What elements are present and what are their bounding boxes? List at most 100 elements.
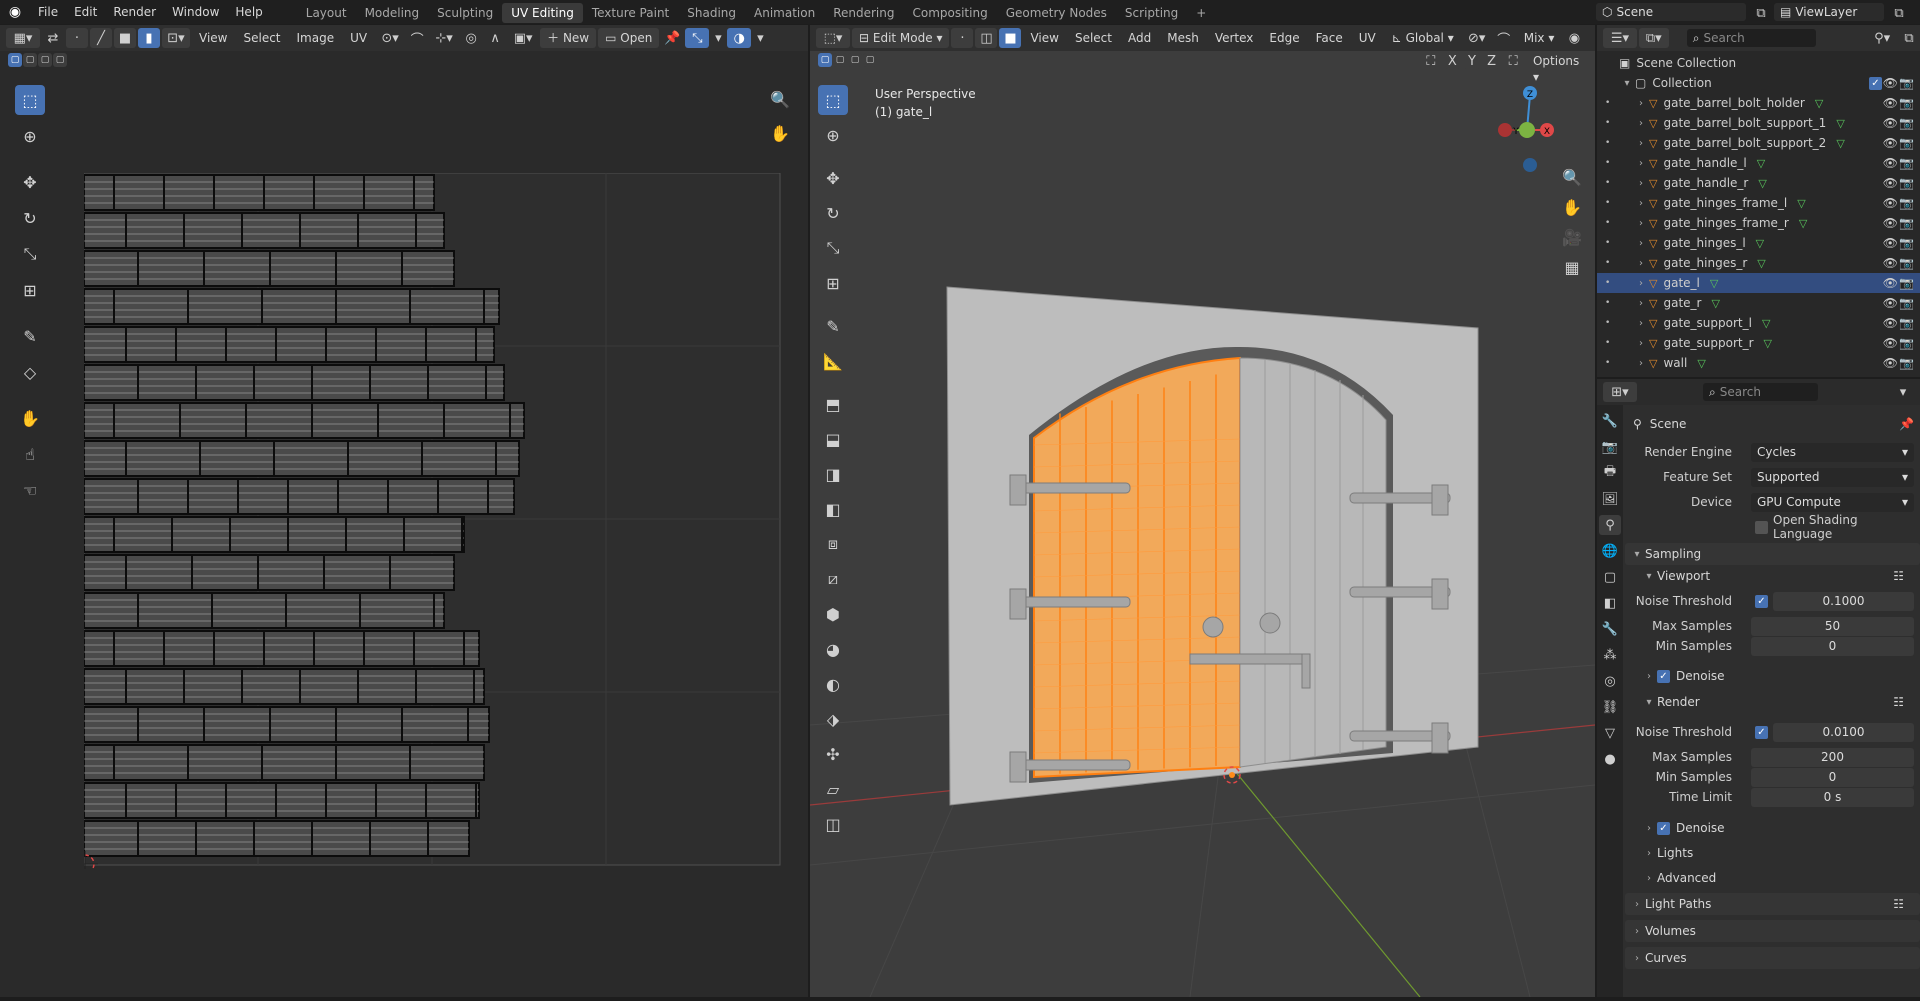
outliner-item-gate_hinges_frame_l[interactable]: • › ▽ gate_hinges_frame_l ▽ 👁 📷 bbox=[1597, 193, 1920, 213]
pivot-icon[interactable]: ⊙▾ bbox=[376, 28, 404, 48]
zoom-icon[interactable]: 🔍 bbox=[768, 87, 792, 111]
camera-icon[interactable]: 📷 bbox=[1899, 176, 1914, 190]
camera-icon[interactable]: 📷 bbox=[1899, 256, 1914, 270]
vp-denoise-subpanel[interactable]: › ✓ Denoise bbox=[1625, 665, 1920, 687]
tab-geometry-nodes[interactable]: Geometry Nodes bbox=[997, 3, 1116, 23]
viewlayer-field[interactable]: ▤ ViewLayer bbox=[1774, 3, 1884, 21]
pin-icon[interactable]: 📌 bbox=[661, 28, 683, 48]
render-tab-icon[interactable]: 📷 bbox=[1599, 437, 1621, 457]
pan-icon[interactable]: ✋ bbox=[768, 121, 792, 145]
chevron-right-icon[interactable]: › bbox=[1633, 138, 1649, 149]
eye-icon[interactable]: 👁 bbox=[1883, 276, 1898, 290]
camera-icon[interactable]: 📷 bbox=[1899, 276, 1914, 290]
eye-icon[interactable]: 👁 bbox=[1883, 216, 1898, 230]
collection-tab-icon[interactable]: ▢ bbox=[1599, 567, 1621, 587]
select-box-icon[interactable]: ⬚ bbox=[15, 85, 45, 115]
gizmo-toggle-icon[interactable]: ⤡ bbox=[685, 28, 710, 48]
time-limit-field[interactable]: 0 s bbox=[1751, 787, 1914, 807]
outliner-item-gate_barrel_bolt_support_1[interactable]: • › ▽ gate_barrel_bolt_support_1 ▽ 👁 📷 bbox=[1597, 113, 1920, 133]
eye-icon[interactable]: 👁 bbox=[1883, 256, 1898, 270]
new-viewlayer-icon[interactable]: ⧉ bbox=[1888, 3, 1910, 23]
relax-icon[interactable]: ☝ bbox=[15, 439, 45, 469]
collection-checkbox[interactable]: ✓ bbox=[1869, 76, 1882, 90]
scene-field[interactable]: ⬡ Scene bbox=[1596, 3, 1746, 21]
vertex-select-icon[interactable]: · bbox=[66, 28, 88, 48]
tool-tab-icon[interactable]: 🔧 bbox=[1599, 411, 1621, 431]
uv-menu-select[interactable]: Select bbox=[236, 28, 287, 48]
uv-menu-view[interactable]: View bbox=[192, 28, 234, 48]
vp-min-field[interactable]: 0 bbox=[1751, 636, 1914, 656]
outliner-item-gate_support_l[interactable]: • › ▽ gate_support_l ▽ 👁 📷 bbox=[1597, 313, 1920, 333]
move-icon[interactable]: ✥ bbox=[15, 167, 45, 197]
pin-icon[interactable]: 📌 bbox=[1899, 417, 1914, 431]
outliner-item-gate_hinges_r[interactable]: • › ▽ gate_hinges_r ▽ 👁 📷 bbox=[1597, 253, 1920, 273]
collection-row[interactable]: ▾ ▢ Collection ✓ 👁 📷 bbox=[1597, 73, 1920, 93]
data-tab-icon[interactable]: ▽ bbox=[1599, 723, 1621, 743]
outliner-item-gate_support_r[interactable]: • › ▽ gate_support_r ▽ 👁 📷 bbox=[1597, 333, 1920, 353]
chevron-right-icon[interactable]: › bbox=[1633, 338, 1649, 349]
chevron-right-icon[interactable]: › bbox=[1633, 218, 1649, 229]
camera-icon[interactable]: 📷 bbox=[1899, 196, 1914, 210]
blender-logo-icon[interactable]: ◉ bbox=[0, 0, 30, 24]
eye-icon[interactable]: 👁 bbox=[1883, 356, 1898, 370]
edge-select-icon[interactable]: ╱ bbox=[90, 28, 112, 48]
vp-noise-field[interactable]: 0.1000 bbox=[1773, 591, 1914, 611]
menu-file[interactable]: File bbox=[30, 0, 66, 24]
tab-scripting[interactable]: Scripting bbox=[1116, 3, 1187, 23]
falloff-icon[interactable]: ∧ bbox=[484, 28, 506, 48]
island-select-icon[interactable]: ▮ bbox=[138, 28, 160, 48]
pinch-icon[interactable]: ☜ bbox=[15, 475, 45, 505]
chevron-right-icon[interactable]: › bbox=[1633, 98, 1649, 109]
view-layer-tab-icon[interactable]: 🖼 bbox=[1599, 489, 1621, 509]
outliner-item-gate_handle_l[interactable]: • › ▽ gate_handle_l ▽ 👁 📷 bbox=[1597, 153, 1920, 173]
eye-icon[interactable]: 👁 bbox=[1883, 236, 1898, 250]
particles-tab-icon[interactable]: ⁂ bbox=[1599, 645, 1621, 665]
r-noise-field[interactable]: 0.0100 bbox=[1773, 722, 1914, 742]
uv-sync-icon[interactable]: ⇄ bbox=[42, 28, 64, 48]
camera-icon[interactable]: 📷 bbox=[1899, 156, 1914, 170]
camera-icon[interactable]: 📷 bbox=[1899, 316, 1914, 330]
tab-layout[interactable]: Layout bbox=[297, 3, 356, 23]
camera-icon[interactable]: 📷 bbox=[1899, 236, 1914, 250]
physics-tab-icon[interactable]: ◎ bbox=[1599, 671, 1621, 691]
proportional-icon[interactable]: ◎ bbox=[460, 28, 482, 48]
sticky-select-icon[interactable]: ⊡▾ bbox=[162, 28, 190, 48]
outliner-item-gate_handle_r[interactable]: • › ▽ gate_handle_r ▽ 👁 📷 bbox=[1597, 173, 1920, 193]
r-denoise-subpanel[interactable]: › ✓ Denoise bbox=[1625, 817, 1920, 839]
menu-help[interactable]: Help bbox=[227, 0, 270, 24]
lights-subpanel[interactable]: › Lights bbox=[1625, 842, 1920, 864]
cursor-icon[interactable]: ⊕ bbox=[15, 121, 45, 151]
tab-texture-paint[interactable]: Texture Paint bbox=[583, 3, 678, 23]
outliner-editor-type-icon[interactable]: ☰▾ bbox=[1603, 28, 1637, 48]
camera-icon[interactable]: 📷 bbox=[1899, 136, 1914, 150]
outliner-item-gate_hinges_frame_r[interactable]: • › ▽ gate_hinges_frame_r ▽ 👁 📷 bbox=[1597, 213, 1920, 233]
new-scene-icon[interactable]: ⧉ bbox=[1750, 3, 1772, 23]
editor-type-icon[interactable]: ▦▾ bbox=[6, 28, 40, 48]
scene-collection-row[interactable]: ▣ Scene Collection bbox=[1597, 53, 1920, 73]
constraints-tab-icon[interactable]: ⛓ bbox=[1599, 697, 1621, 717]
feature-set-dropdown[interactable]: Supported ▾ bbox=[1751, 467, 1914, 487]
outliner-item-gate_barrel_bolt_holder[interactable]: • › ▽ gate_barrel_bolt_holder ▽ 👁 📷 bbox=[1597, 93, 1920, 113]
chevron-down-icon[interactable]: ▾ bbox=[1619, 78, 1635, 89]
camera-icon[interactable]: 📷 bbox=[1899, 116, 1914, 130]
eye-icon[interactable]: 👁 bbox=[1883, 76, 1898, 90]
eye-icon[interactable]: 👁 bbox=[1883, 116, 1898, 130]
advanced-subpanel[interactable]: › Advanced bbox=[1625, 867, 1920, 889]
list-icon[interactable]: ☷ bbox=[1893, 695, 1904, 709]
annotate-icon[interactable]: ✎ bbox=[15, 321, 45, 351]
outliner-item-wall[interactable]: • › ▽ wall ▽ 👁 📷 bbox=[1597, 353, 1920, 373]
image-browse-icon[interactable]: ▣▾ bbox=[508, 28, 538, 48]
display-mode-icon[interactable]: ⧉▾ bbox=[1638, 28, 1669, 48]
chevron-right-icon[interactable]: › bbox=[1633, 198, 1649, 209]
camera-icon[interactable]: 📷 bbox=[1899, 96, 1914, 110]
snap-icon[interactable]: ⌒ bbox=[406, 28, 428, 48]
tab-shading[interactable]: Shading bbox=[678, 3, 745, 23]
tab-sculpting[interactable]: Sculpting bbox=[428, 3, 502, 23]
eye-icon[interactable]: 👁 bbox=[1883, 296, 1898, 310]
menu-window[interactable]: Window bbox=[164, 0, 227, 24]
tab-rendering[interactable]: Rendering bbox=[824, 3, 903, 23]
camera-icon[interactable]: 📷 bbox=[1899, 356, 1914, 370]
open-image-button[interactable]: ▭ Open bbox=[598, 28, 660, 48]
new-collection-icon[interactable]: ⧉ bbox=[1898, 28, 1920, 48]
outliner-item-gate_barrel_bolt_support_2[interactable]: • › ▽ gate_barrel_bolt_support_2 ▽ 👁 📷 bbox=[1597, 133, 1920, 153]
